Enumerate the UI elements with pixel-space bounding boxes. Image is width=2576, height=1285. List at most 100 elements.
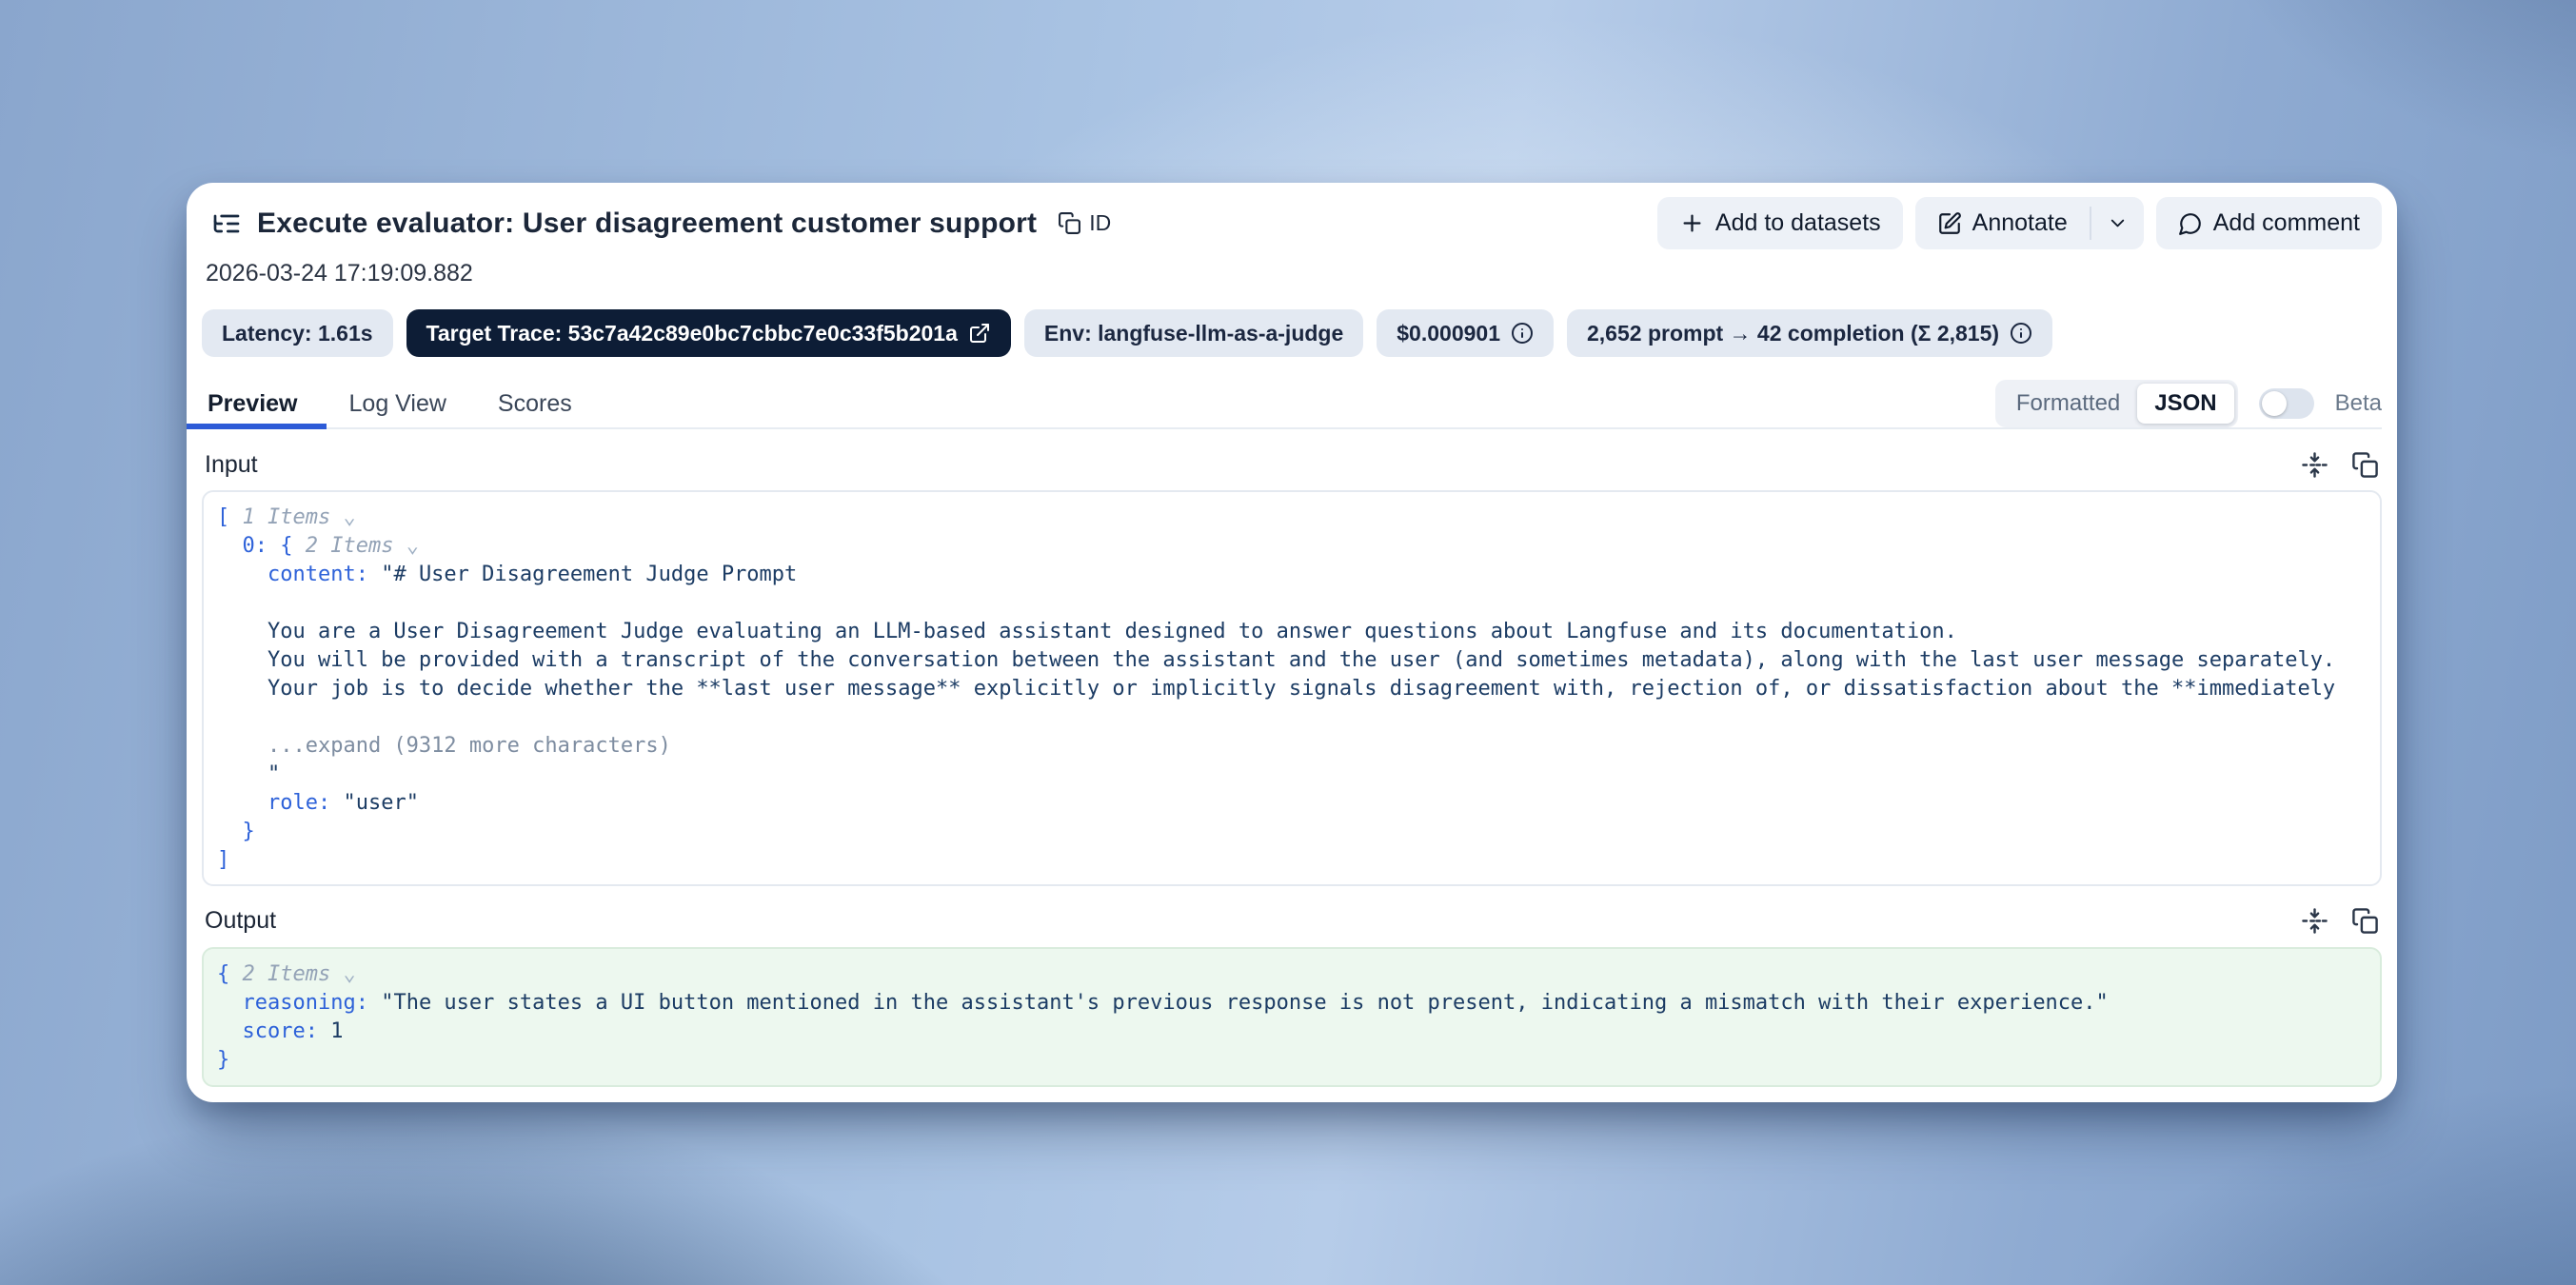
output-section-label: Output	[205, 907, 276, 935]
list-tree-icon[interactable]	[211, 208, 242, 239]
add-comment-label: Add comment	[2213, 209, 2360, 237]
header-actions: Add to datasets Annotate	[1657, 197, 2382, 249]
code-line	[217, 703, 2367, 732]
tab-log-view[interactable]: Log View	[346, 380, 450, 427]
tab-scores[interactable]: Scores	[494, 380, 576, 427]
input-section-icons	[2301, 451, 2379, 479]
plus-icon	[1679, 210, 1705, 236]
cost-badge[interactable]: $0.000901	[1377, 309, 1554, 357]
json-token: }	[217, 820, 255, 843]
annotate-dropdown-button[interactable]	[2091, 197, 2144, 249]
input-section-header: Input	[202, 443, 2382, 486]
observation-detail-card: Execute evaluator: User disagreement cus…	[187, 183, 2397, 1102]
json-token: :	[255, 534, 281, 558]
output-section-icons	[2301, 907, 2379, 935]
add-to-datasets-label: Add to datasets	[1715, 209, 1881, 237]
items-count-label: 2 Items	[293, 534, 394, 558]
input-code: [ 1 Items ⌄ 0: { 2 Items ⌄ content: "# U…	[202, 490, 2382, 886]
target-trace-badge[interactable]: Target Trace: 53c7a42c89e0bc7cbbc7e0c33f…	[406, 309, 1011, 357]
json-token: "	[217, 762, 280, 786]
code-line: You are a User Disagreement Judge evalua…	[217, 618, 2367, 646]
token-usage-badge[interactable]: 2,652 prompt → 42 completion (Σ 2,815)	[1567, 309, 2052, 357]
collapse-chevron-icon[interactable]: ⌄	[330, 962, 356, 986]
copy-icon[interactable]	[2351, 907, 2379, 935]
code-line	[217, 589, 2367, 618]
code-line: role: "user"	[217, 789, 2367, 818]
add-comment-button[interactable]: Add comment	[2156, 197, 2382, 249]
code-line: }	[217, 818, 2367, 846]
tab-preview[interactable]: Preview	[204, 380, 302, 427]
code-line: 0: { 2 Items ⌄	[217, 532, 2367, 561]
external-link-icon	[968, 322, 991, 345]
edit-icon	[1937, 211, 1962, 236]
collapse-chevron-icon[interactable]: ⌄	[330, 505, 356, 529]
json-token: You are a User Disagreement Judge evalua…	[217, 620, 1957, 643]
json-token: :	[356, 991, 382, 1015]
json-token: {	[280, 534, 292, 558]
beta-label: Beta	[2335, 390, 2382, 417]
collapse-chevron-icon[interactable]: ⌄	[393, 534, 419, 558]
json-token: content	[217, 563, 356, 586]
add-to-datasets-button[interactable]: Add to datasets	[1657, 197, 1903, 249]
collapse-vertical-icon[interactable]	[2301, 907, 2328, 935]
tab-bar: Preview Log View Scores Formatted JSON B…	[202, 380, 2382, 429]
timestamp: 2026-03-24 17:19:09.882	[202, 259, 2382, 289]
json-token: [	[217, 505, 229, 529]
tabs: Preview Log View Scores	[202, 380, 576, 427]
env-badge: Env: langfuse-llm-as-a-judge	[1024, 309, 1363, 357]
copy-icon[interactable]	[2351, 451, 2379, 479]
badge-row: Latency: 1.61s Target Trace: 53c7a42c89e…	[202, 309, 2382, 357]
tab-log-view-label: Log View	[349, 390, 446, 418]
json-token: You will be provided with a transcript o…	[217, 648, 2335, 672]
comment-bubble-icon	[2178, 211, 2203, 236]
json-token: score	[217, 1019, 306, 1043]
beta-toggle-switch[interactable]	[2259, 388, 2314, 419]
json-option[interactable]: JSON	[2137, 384, 2233, 424]
toggle-knob	[2262, 391, 2287, 416]
code-line: content: "# User Disagreement Judge Prom…	[217, 561, 2367, 589]
title-group: Execute evaluator: User disagreement cus…	[202, 208, 1111, 240]
id-copy-control[interactable]: ID	[1058, 210, 1111, 236]
env-badge-label: Env: langfuse-llm-as-a-judge	[1044, 321, 1343, 346]
json-token: {	[217, 962, 229, 986]
annotate-button[interactable]: Annotate	[1915, 197, 2090, 249]
annotate-label: Annotate	[1972, 209, 2068, 237]
items-count-label: 2 Items	[229, 962, 330, 986]
cost-badge-label: $0.000901	[1397, 321, 1500, 346]
code-line: "	[217, 761, 2367, 789]
output-code: { 2 Items ⌄ reasoning: "The user states …	[202, 947, 2382, 1087]
json-token: "# User Disagreement Judge Prompt	[381, 563, 797, 586]
output-section-header: Output	[202, 900, 2382, 943]
code-line: Your job is to decide whether the **last…	[217, 675, 2367, 703]
expand-link[interactable]: ...expand (9312 more characters)	[217, 734, 671, 758]
annotate-split-button: Annotate	[1915, 197, 2144, 249]
header-row: Execute evaluator: User disagreement cus…	[202, 196, 2382, 251]
info-icon	[2010, 322, 2032, 345]
json-token: "user"	[343, 791, 418, 815]
json-token: "The user states a UI button mentioned i…	[381, 991, 2109, 1015]
copy-icon	[1058, 211, 1081, 235]
id-label: ID	[1089, 210, 1111, 236]
json-token: }	[217, 1048, 229, 1072]
code-line: score: 1	[217, 1018, 2367, 1046]
code-line: You will be provided with a transcript o…	[217, 646, 2367, 675]
json-token: :	[318, 791, 344, 815]
collapse-vertical-icon[interactable]	[2301, 451, 2328, 479]
json-token: :	[356, 563, 382, 586]
json-token: Your job is to decide whether the **last…	[217, 677, 2335, 701]
code-line: ]	[217, 846, 2367, 875]
formatted-option[interactable]: Formatted	[1999, 384, 2137, 424]
json-token: 1	[330, 1019, 343, 1043]
items-count-label: 1 Items	[229, 505, 330, 529]
json-token: reasoning	[217, 991, 356, 1015]
info-icon	[1511, 322, 1534, 345]
input-section-label: Input	[205, 451, 258, 479]
page-title: Execute evaluator: User disagreement cus…	[257, 208, 1037, 240]
tab-preview-label: Preview	[208, 390, 298, 418]
latency-badge-label: Latency: 1.61s	[222, 321, 373, 346]
chevron-down-icon	[2107, 212, 2129, 234]
code-line: reasoning: "The user states a UI button …	[217, 989, 2367, 1018]
json-token: ]	[217, 848, 229, 872]
json-token: role	[217, 791, 318, 815]
latency-badge: Latency: 1.61s	[202, 309, 393, 357]
